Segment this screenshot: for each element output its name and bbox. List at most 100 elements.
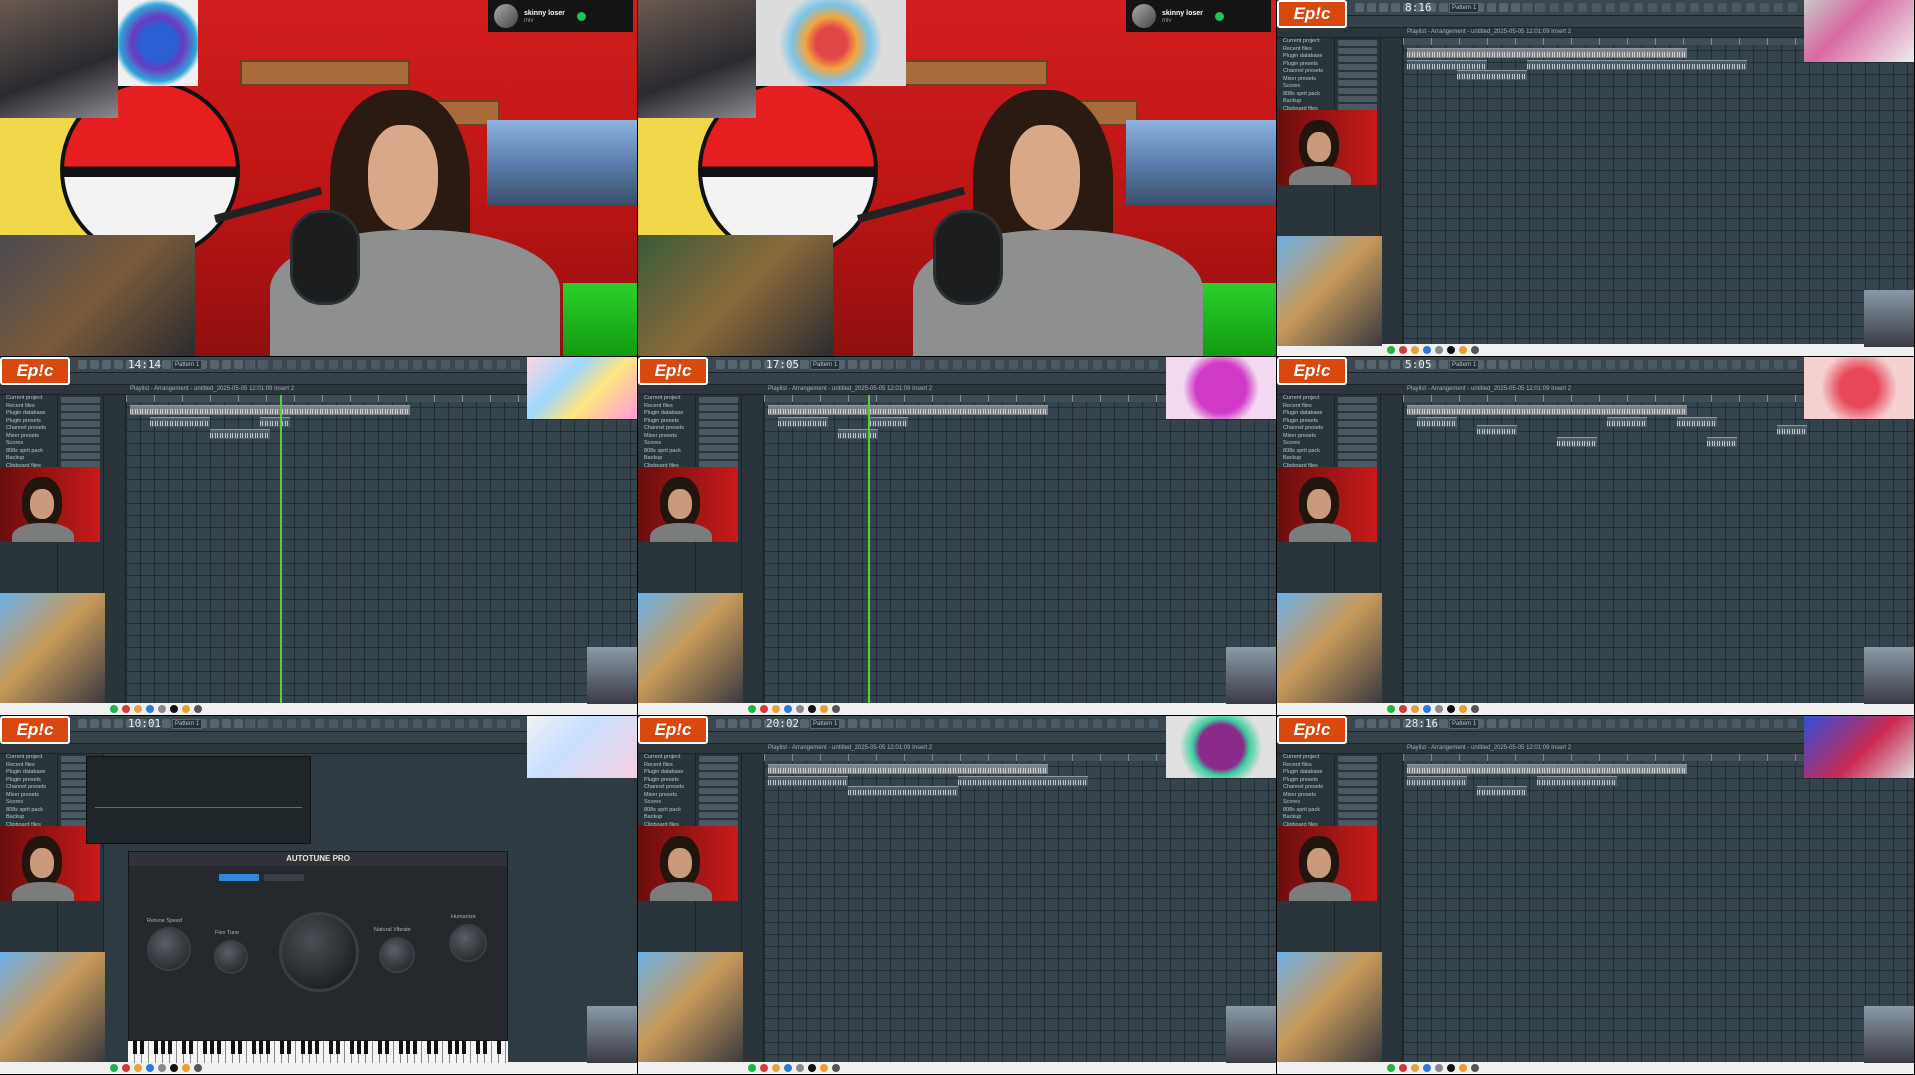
toolbar-tool-icon[interactable] (343, 360, 352, 369)
browser-item[interactable]: 808s sprit pack (638, 448, 695, 456)
toolbar-tool-icon[interactable] (1634, 719, 1643, 728)
browser-item[interactable]: Backup (0, 455, 57, 463)
browser-item[interactable]: Channel presets (638, 425, 695, 433)
black-key[interactable] (462, 1041, 466, 1054)
channel-slot[interactable] (61, 405, 100, 411)
channel-slot[interactable] (1338, 40, 1377, 46)
channel-slot[interactable] (1338, 453, 1377, 459)
browser-item[interactable]: Scores (1277, 799, 1334, 807)
taskbar-app-icon[interactable] (832, 705, 840, 713)
toolbar-tool-icon[interactable] (1578, 360, 1587, 369)
toolbar-tool-icon[interactable] (315, 360, 324, 369)
audio-clip[interactable] (1407, 405, 1687, 415)
toolbar-tool-icon[interactable] (343, 719, 352, 728)
browser-item[interactable]: Plugin database (638, 410, 695, 418)
taskbar-app-icon[interactable] (784, 1064, 792, 1072)
toolbar-control-icon[interactable] (90, 360, 99, 369)
toolbar-control-icon[interactable] (1391, 719, 1400, 728)
toolbar-tool-icon[interactable] (995, 719, 1004, 728)
toolbar-control-icon[interactable] (1355, 360, 1364, 369)
channel-slot[interactable] (699, 756, 738, 762)
pattern-selector[interactable]: Pattern 1 (1449, 3, 1479, 13)
channel-slot[interactable] (1338, 788, 1377, 794)
taskbar-app-icon[interactable] (1459, 1064, 1467, 1072)
toolbar-tool-icon[interactable] (1732, 719, 1741, 728)
toolbar-control-icon[interactable] (728, 360, 737, 369)
taskbar-app-icon[interactable] (1423, 1064, 1431, 1072)
audio-clip[interactable] (130, 405, 410, 415)
humanize-knob[interactable] (449, 924, 487, 962)
channel-slot[interactable] (1338, 48, 1377, 54)
browser-item[interactable]: Current project (0, 395, 57, 403)
toolbar-tool-icon[interactable] (967, 719, 976, 728)
taskbar-app-icon[interactable] (1399, 705, 1407, 713)
toolbar-tool-icon[interactable] (967, 360, 976, 369)
taskbar-app-icon[interactable] (146, 1064, 154, 1072)
channel-slot[interactable] (1338, 804, 1377, 810)
toolbar-tool-icon[interactable] (385, 360, 394, 369)
toolbar-control-icon[interactable] (1391, 360, 1400, 369)
mode-button[interactable] (219, 874, 259, 881)
audio-clip[interactable] (1537, 776, 1617, 786)
toolbar-tool-icon[interactable] (483, 360, 492, 369)
browser-item[interactable]: 808s sprit pack (1277, 91, 1334, 99)
channel-slot[interactable] (1338, 812, 1377, 818)
browser-item[interactable]: Mixer presets (638, 792, 695, 800)
audio-clip[interactable] (1417, 417, 1457, 427)
taskbar-app-icon[interactable] (772, 1064, 780, 1072)
browser-item[interactable]: Recent files (638, 403, 695, 411)
toolbar-control-icon[interactable] (728, 719, 737, 728)
black-key[interactable] (427, 1041, 431, 1054)
toolbar-tool-icon[interactable] (1536, 719, 1545, 728)
toolbar-control-icon[interactable] (114, 360, 123, 369)
taskbar-app-icon[interactable] (170, 705, 178, 713)
toolbar-tool-icon[interactable] (1037, 360, 1046, 369)
taskbar-app-icon[interactable] (194, 705, 202, 713)
toolbar-tool-icon[interactable] (1648, 3, 1657, 12)
toolbar-control-icon[interactable] (102, 719, 111, 728)
black-key[interactable] (448, 1041, 452, 1054)
toolbar-tool-icon[interactable] (1606, 3, 1615, 12)
toolbar-control-icon[interactable] (872, 360, 881, 369)
toolbar-tool-icon[interactable] (1037, 719, 1046, 728)
toolbar-control-icon[interactable] (90, 719, 99, 728)
channel-slot[interactable] (1338, 397, 1377, 403)
toolbar-tool-icon[interactable] (329, 719, 338, 728)
playlist-grid[interactable] (764, 754, 1276, 1062)
audio-clip[interactable] (1477, 786, 1527, 796)
black-key[interactable] (350, 1041, 354, 1054)
toolbar-tool-icon[interactable] (1606, 719, 1615, 728)
browser-item[interactable]: Plugin database (1277, 53, 1334, 61)
toolbar-control-icon[interactable] (78, 360, 87, 369)
browser-item[interactable]: Backup (1277, 455, 1334, 463)
browser-item[interactable]: 808s sprit pack (638, 807, 695, 815)
taskbar-app-icon[interactable] (820, 705, 828, 713)
toolbar-tool-icon[interactable] (259, 360, 268, 369)
browser-item[interactable]: Plugin database (638, 769, 695, 777)
channel-slot[interactable] (1338, 764, 1377, 770)
taskbar-app-icon[interactable] (1387, 1064, 1395, 1072)
toolbar-tool-icon[interactable] (301, 360, 310, 369)
toolbar-control-icon[interactable] (210, 719, 219, 728)
toolbar-control-icon[interactable] (78, 719, 87, 728)
toolbar-tool-icon[interactable] (883, 360, 892, 369)
toolbar-tool-icon[interactable] (455, 360, 464, 369)
black-key[interactable] (434, 1041, 438, 1054)
channel-slot[interactable] (61, 421, 100, 427)
channel-slot[interactable] (61, 453, 100, 459)
toolbar-tool-icon[interactable] (939, 360, 948, 369)
toolbar-tool-icon[interactable] (1676, 719, 1685, 728)
toolbar-tool-icon[interactable] (1564, 360, 1573, 369)
audio-clip[interactable] (868, 417, 908, 427)
channel-slot[interactable] (1338, 56, 1377, 62)
audio-clip[interactable] (1407, 48, 1687, 58)
toolbar-tool-icon[interactable] (245, 719, 254, 728)
toolbar-control-icon[interactable] (114, 719, 123, 728)
browser-item[interactable]: Mixer presets (1277, 76, 1334, 84)
browser-item[interactable]: Recent files (638, 762, 695, 770)
toolbar-tool-icon[interactable] (1774, 719, 1783, 728)
toolbar-control-icon[interactable] (860, 719, 869, 728)
toolbar-tool-icon[interactable] (1648, 719, 1657, 728)
toolbar-tool-icon[interactable] (287, 719, 296, 728)
taskbar-app-icon[interactable] (1471, 705, 1479, 713)
